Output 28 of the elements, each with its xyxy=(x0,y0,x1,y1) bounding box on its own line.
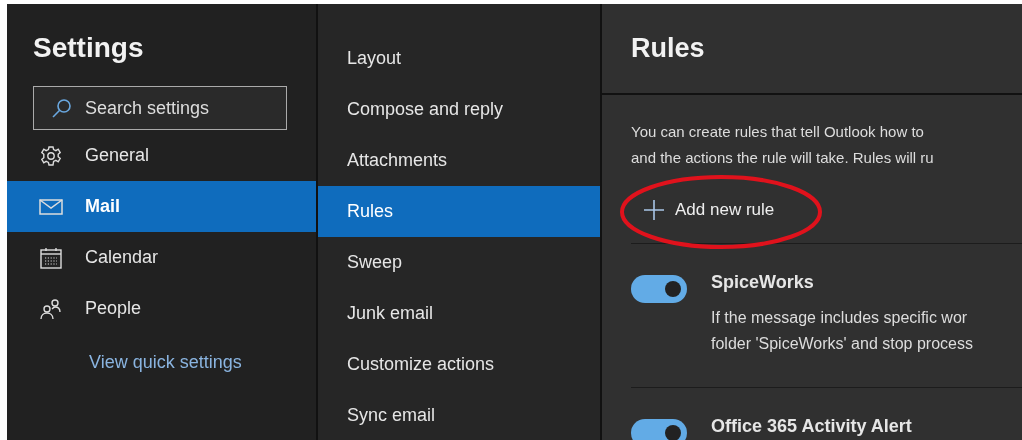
rules-title: Rules xyxy=(630,33,705,64)
rule-name: SpiceWorks xyxy=(711,272,815,293)
menu-item[interactable]: Sweep xyxy=(318,237,600,288)
menu-item[interactable]: Attachments xyxy=(318,135,600,186)
nav-item[interactable]: Calendar xyxy=(7,232,316,283)
menu-item[interactable]: Customize actions xyxy=(318,339,600,390)
nav-item[interactable]: Mail xyxy=(7,181,316,232)
rules-description: You can create rules that tell Outlook how to and the actions the rule will take. Rules will ru xyxy=(631,122,935,168)
menu-item[interactable]: Layout xyxy=(318,33,600,84)
nav-item[interactable]: People xyxy=(7,283,316,334)
menu-item[interactable]: Rules xyxy=(318,186,600,237)
mail-icon xyxy=(39,198,63,215)
menu-item[interactable]: Sync email xyxy=(318,390,600,440)
rule-name: Office 365 Activity Alert xyxy=(711,416,912,437)
search-field[interactable]: Search settings xyxy=(33,86,287,130)
rule-toggle[interactable] xyxy=(631,275,687,303)
settings-title: Settings xyxy=(32,31,145,64)
add-new-rule-button[interactable]: Add new rule xyxy=(631,171,775,221)
gear-icon xyxy=(39,144,63,167)
menu-item[interactable]: Compose and reply xyxy=(318,84,600,135)
menu-item[interactable]: Junk email xyxy=(318,288,600,339)
plus-icon xyxy=(643,199,665,221)
people-icon xyxy=(39,297,63,320)
rule-toggle[interactable] xyxy=(631,419,687,440)
view-quick-settings-link[interactable]: View quick settings xyxy=(7,334,316,373)
rule-description: If the message includes specific wor folder 'SpiceWorks' and stop process xyxy=(711,308,973,354)
nav-item[interactable]: General xyxy=(7,130,316,181)
calendar-icon xyxy=(39,246,63,269)
